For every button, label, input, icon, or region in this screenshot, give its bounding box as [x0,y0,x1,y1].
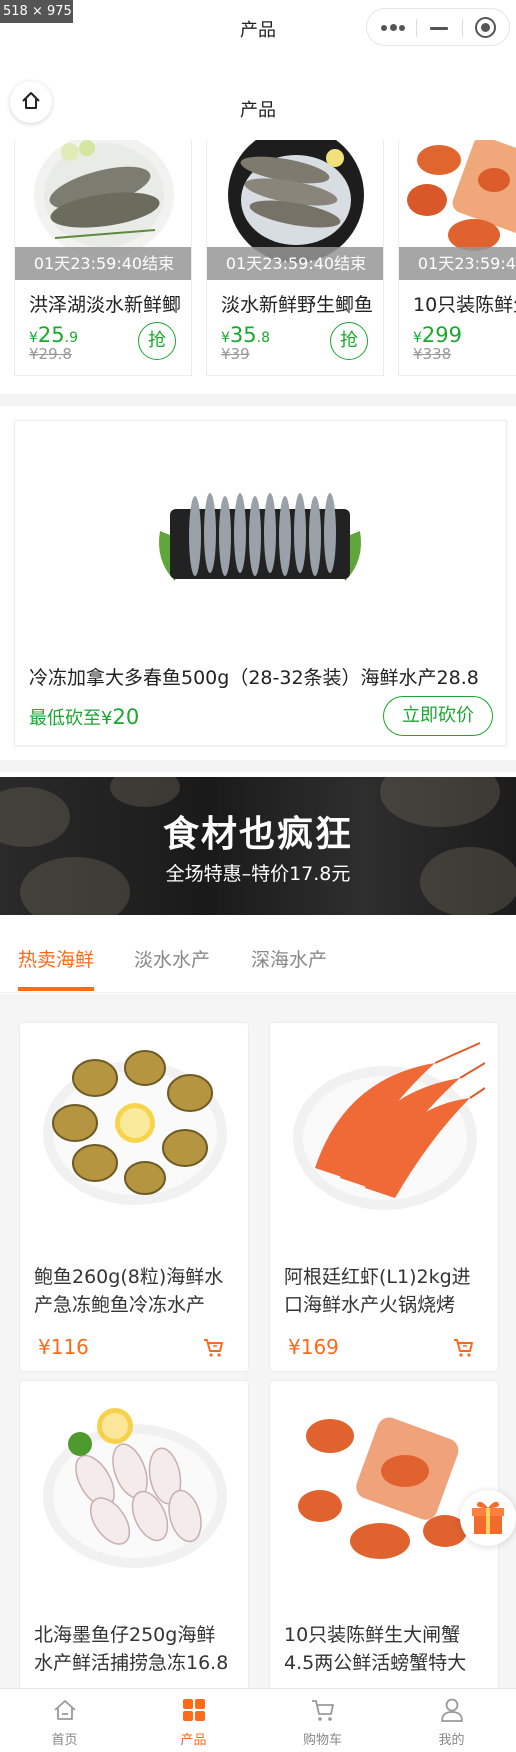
home-icon [54,1700,76,1720]
sale-price: ¥35.8 [221,323,271,347]
product-image [35,1396,235,1571]
original-price: ¥39 [221,345,250,363]
product-image [35,1038,235,1213]
flash-sale-card[interactable]: 01天23:59:40结束 10只装陈鲜生大闸蟹 ¥299 ¥338 [398,140,516,376]
product-name: 洪泽湖淡水新鲜鲫鱼 [29,294,181,316]
original-price: ¥29.8 [29,345,72,363]
product-card[interactable]: 阿根廷红虾(L1)2kg进口海鲜水产火锅烧烤食... ¥169 [269,1022,499,1372]
countdown-timer: 01天23:59:40结束 [207,247,383,280]
bargain-card[interactable]: 冷冻加拿大多春鱼500g（28-32条装）海鲜水产28.8 最低砍至¥20 立即… [14,420,507,746]
mini-program-capsule [366,8,510,46]
product-image [285,1038,486,1213]
product-image [285,1396,485,1571]
add-to-cart-icon[interactable] [202,1336,224,1358]
section-divider [0,394,516,406]
category-tabs: 热卖海鲜 淡水水产 深海水产 [0,923,516,993]
tabbar-item-cart[interactable]: 购物车 [258,1689,387,1752]
product-name: 10只装陈鲜生大闸蟹 [413,294,516,316]
sale-price: ¥25.9 [29,323,79,347]
minimize-icon[interactable] [430,27,448,30]
page-title: 产品 [240,100,276,121]
banner-headline: 食材也疯狂 [162,814,353,855]
gift-button[interactable] [460,1490,516,1546]
product-grid: 鲍鱼260g(8粒)海鲜水产急冻鲍鱼冷冻水产1... ¥116 阿根廷红虾(L1… [0,994,516,1700]
product-price: ¥169 [288,1335,339,1359]
bottom-tab-bar: 首页 产品 购物车 我的 [0,1688,516,1752]
product-price: ¥116 [38,1335,89,1359]
countdown-timer: 01天23:59:40结束 [15,247,191,280]
product-name: 鲍鱼260g(8粒)海鲜水产急冻鲍鱼冷冻水产1... [34,1266,224,1316]
add-to-cart-icon[interactable] [452,1336,474,1358]
banner-subtitle: 全场特惠–特价17.8元 [165,863,351,885]
product-card[interactable]: 北海墨鱼仔250g海鲜水产鲜活捕捞急冻16.8 [19,1380,249,1700]
gift-icon [472,1501,504,1534]
product-name: 10只装陈鲜生大闸蟹4.5两公鲜活螃蟹特大全... [284,1624,467,1674]
screenshot-size-label: 518 × 975 [0,0,73,23]
more-icon[interactable] [381,24,405,31]
original-price: ¥338 [413,345,452,363]
countdown-timer: 01天23:59:40结束 [399,247,516,280]
grab-button[interactable]: 抢 [330,322,368,360]
tabbar-item-products[interactable]: 产品 [129,1689,258,1752]
bargain-now-button[interactable]: 立即砍价 [383,696,493,736]
tab-deep-sea[interactable]: 深海水产 [251,945,327,972]
sale-price: ¥299 [413,323,463,347]
close-mini-program-icon[interactable] [475,17,496,38]
user-icon [441,1698,463,1722]
tab-hot-seafood[interactable]: 热卖海鲜 [18,945,94,972]
grid-icon [183,1699,205,1721]
active-tab-indicator [18,987,94,991]
tabbar-item-home[interactable]: 首页 [0,1689,129,1752]
bargain-product-name: 冷冻加拿大多春鱼500g（28-32条装）海鲜水产28.8 [29,667,479,689]
product-name: 北海墨鱼仔250g海鲜水产鲜活捕捞急冻16.8 [34,1624,229,1674]
flash-sale-card[interactable]: 01天23:59:40结束 洪泽湖淡水新鲜鲫鱼 ¥25.9 ¥29.8 抢 [14,140,192,376]
promo-banner[interactable]: 食材也疯狂 全场特惠–特价17.8元 [0,777,516,915]
product-name: 阿根廷红虾(L1)2kg进口海鲜水产火锅烧烤食... [284,1266,471,1316]
product-name: 淡水新鲜野生鲫鱼 [221,294,373,316]
section-divider [0,760,516,772]
product-card[interactable]: 鲍鱼260g(8粒)海鲜水产急冻鲍鱼冷冻水产1... ¥116 [19,1022,249,1372]
flash-sale-list[interactable]: 01天23:59:40结束 洪泽湖淡水新鲜鲫鱼 ¥25.9 ¥29.8 抢 01… [0,140,516,376]
tab-freshwater[interactable]: 淡水水产 [134,945,210,972]
cart-icon [312,1700,334,1721]
wechat-nav-bar: 产品 [0,0,516,56]
flash-sale-card[interactable]: 01天23:59:40结束 淡水新鲜野生鲫鱼 ¥35.8 ¥39 抢 [206,140,384,376]
tabbar-item-me[interactable]: 我的 [387,1689,516,1752]
page-header: 产品 [0,72,516,140]
lowest-price: 最低砍至¥20 [29,705,140,729]
product-image [155,481,365,611]
grab-button[interactable]: 抢 [138,322,176,360]
